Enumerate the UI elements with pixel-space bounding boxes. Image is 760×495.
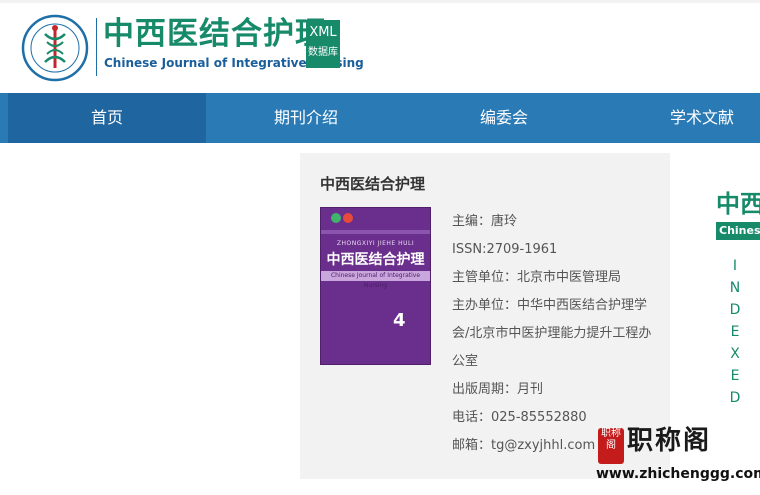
journal-seal-logo[interactable] [21, 14, 89, 82]
nav-item-journal-intro[interactable]: 期刊介绍 [206, 93, 406, 143]
indexed-letter: I [732, 258, 738, 274]
journal-card-title[interactable]: 中西医结合护理 [320, 173, 425, 194]
journal-cover-image[interactable]: ZHONGXIYI JIEHE HULI 中西医结合护理 Chinese Jou… [320, 207, 431, 365]
badge-top-label: XML [309, 25, 337, 40]
cover-issue-number: 4 [393, 310, 406, 331]
watermark-url: www.zhichenggg.com [596, 466, 760, 482]
nav-item-editorial-board[interactable]: 编委会 [406, 93, 602, 143]
indexed-letter: N [729, 280, 741, 296]
nav-item-home[interactable]: 首页 [8, 93, 206, 143]
cover-band [321, 230, 430, 234]
brand-title-cn[interactable]: 中西医结合护理 [103, 14, 327, 54]
journal-info-list: 主编：唐玲 ISSN:2709-1961 主管单位：北京市中医管理局 主办单位：… [452, 208, 660, 460]
indexed-letter: E [730, 324, 740, 340]
cover-logo-icon [331, 213, 341, 223]
info-editor: 主编：唐玲 [452, 214, 518, 229]
nav-item-literature[interactable]: 学术文献 [602, 93, 760, 143]
indexed-letter: X [730, 346, 740, 362]
indexed-letter: D [729, 302, 741, 318]
xml-database-badge[interactable]: XML 数据库 [306, 20, 340, 68]
side-banner-title: 中西 [716, 190, 760, 218]
info-sponsor: 主办单位：中华中西医结合护理学会/北京市中医护理能力提升工程办公室 [452, 298, 652, 369]
indexed-letter: E [730, 368, 740, 384]
watermark-seal: 职称阁 [598, 428, 624, 464]
cover-title-cn: 中西医结合护理 [326, 252, 425, 268]
cover-title-en: Chinese Journal of Integrative Nursing [321, 271, 430, 289]
top-divider [0, 0, 760, 3]
info-frequency: 出版周期：月刊 [452, 382, 544, 397]
main-nav: 首页 期刊介绍 编委会 学术文献 [0, 93, 760, 143]
info-supervisor: 主管单位：北京市中医管理局 [452, 270, 622, 285]
cover-pinyin: ZHONGXIYI JIEHE HULI [336, 240, 415, 247]
side-indexed-text: I N D E X E D [729, 255, 741, 409]
badge-bottom-label: 数据库 [308, 47, 338, 58]
cover-logo-icon [343, 213, 353, 223]
side-banner-subtitle: Chinese [716, 222, 760, 240]
header-divider [96, 18, 97, 76]
info-issn: ISSN:2709-1961 [452, 242, 558, 257]
indexed-letter: D [729, 390, 741, 406]
watermark-text: 职称阁 [627, 426, 712, 456]
